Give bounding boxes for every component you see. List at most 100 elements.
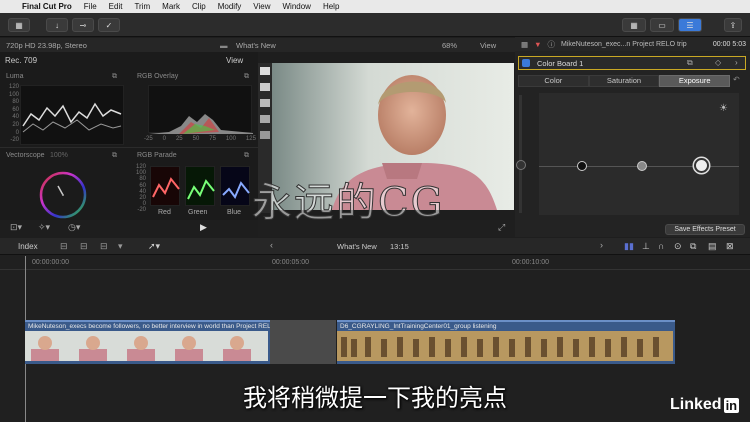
history-back-icon[interactable]: ‹ — [270, 240, 273, 250]
view-dropdown[interactable]: View — [480, 41, 496, 50]
timeline-project-name: What's New — [337, 242, 377, 251]
scopes-view-dropdown[interactable]: View — [226, 56, 243, 65]
parade-tick: -20 — [137, 207, 146, 214]
timeline-ruler[interactable]: 00:00:00:00 00:00:05:00 00:00:10:00 — [0, 256, 750, 270]
clip-thumbnails — [25, 331, 268, 361]
shadows-puck[interactable] — [577, 161, 587, 171]
swatch-white[interactable] — [260, 67, 270, 75]
parade-axis: 120 100 80 60 40 20 0 -20 — [132, 164, 146, 214]
scope-settings-icon[interactable]: ⧉ — [112, 152, 117, 160]
import-button[interactable]: ↓ — [46, 18, 68, 32]
mask-icon[interactable]: ⧉ — [687, 58, 693, 68]
timeline-toggle-button[interactable]: ▭ — [650, 18, 674, 32]
clip-appearance-icon[interactable]: ▤ — [708, 241, 717, 252]
clip-label: D6_CGRAYLING_IntTrainingCenter01_group l… — [340, 323, 497, 330]
scope-settings-icon[interactable]: ⧉ — [244, 73, 249, 81]
film-icon: ▬ — [220, 40, 228, 50]
parade-blue — [220, 166, 250, 206]
inspector-timecode: 00:00 5:03 — [712, 40, 746, 48]
inspector-clip-name: MikeNuteson_exec...n Project RELO trip — [561, 40, 687, 48]
edit-menu-icon[interactable]: ▾ — [118, 241, 123, 252]
append-clip-icon[interactable]: ⊟ — [60, 241, 68, 252]
luma-tick: 60 — [12, 106, 19, 113]
swatch-mid[interactable] — [260, 99, 270, 107]
swatch-dark[interactable] — [260, 131, 270, 139]
tab-exposure[interactable]: Exposure — [659, 75, 731, 87]
scope-settings-icon[interactable]: ⧉ — [244, 152, 249, 160]
overlay-tick: 100 — [225, 136, 236, 142]
keyword-button[interactable]: ⊸ — [72, 18, 94, 32]
library-button[interactable]: ▦ — [8, 18, 30, 32]
clip-label: MikeNuteson_execs become followers, no b… — [28, 323, 270, 330]
effect-row: Color Board 1 ⧉ ◇ › — [518, 56, 746, 70]
watermark-text: 永远的CG — [252, 180, 445, 227]
history-forward-icon[interactable]: › — [600, 240, 603, 250]
effects-browser-icon[interactable]: ⊠ — [726, 241, 734, 252]
video-inspector-icon[interactable]: ▦ — [521, 40, 528, 49]
luma-waveform — [20, 85, 124, 145]
inspector-header: ▦ ▼ ⓘ MikeNuteson_exec...n Project RELO … — [515, 37, 750, 51]
effect-checkbox[interactable] — [522, 59, 530, 67]
highlights-puck[interactable] — [694, 158, 709, 173]
timeline-clip-group[interactable]: D6_CGRAYLING_IntTrainingCenter01_group l… — [337, 320, 675, 364]
disclosure-icon[interactable]: › — [735, 58, 738, 67]
global-puck[interactable] — [516, 160, 526, 170]
scope-settings-icon[interactable]: ⧉ — [112, 73, 117, 81]
parade-label-green: Green — [188, 209, 208, 216]
fullscreen-icon[interactable]: ⤢ — [498, 222, 505, 233]
menu-view[interactable]: View — [253, 2, 270, 11]
timeline-clip-interview[interactable]: MikeNuteson_execs become followers, no b… — [25, 320, 270, 364]
save-effects-preset-button[interactable]: Save Effects Preset — [665, 224, 745, 235]
menu-edit[interactable]: Edit — [109, 2, 123, 11]
swatch-light[interactable] — [260, 83, 270, 91]
effect-dropdown[interactable]: Color Board 1 — [537, 59, 583, 68]
reset-icon[interactable]: ↶ — [733, 75, 740, 84]
headphones-icon[interactable]: ∩ — [658, 241, 664, 251]
sun-icon: ☀ — [719, 103, 728, 114]
menu-clip[interactable]: Clip — [192, 2, 206, 11]
zoom-dropdown[interactable]: 68% — [442, 41, 457, 50]
scope-divider — [0, 147, 258, 148]
snapping-icon[interactable]: ⧉ — [690, 241, 696, 252]
tab-color[interactable]: Color — [518, 75, 589, 87]
menu-help[interactable]: Help — [323, 2, 339, 11]
subtitle-caption: 我将稍微提一下我的亮点 — [243, 384, 507, 412]
inspector-toggle-button[interactable]: ☰ — [678, 18, 702, 32]
skimming-icon[interactable]: ⊥ — [642, 241, 650, 252]
insert-clip-icon[interactable]: ⊟ — [80, 241, 88, 252]
luma-trace — [22, 102, 122, 133]
menu-mark[interactable]: Mark — [162, 2, 180, 11]
retime-icon[interactable]: ◷▾ — [68, 222, 80, 233]
luma-tick: 20 — [12, 121, 19, 128]
overlay-axis: -25 0 25 50 75 100 125 — [144, 136, 256, 142]
overwrite-clip-icon[interactable]: ⊟ — [100, 241, 108, 252]
menu-trim[interactable]: Trim — [134, 2, 150, 11]
timeline-duration: 13:15 — [390, 242, 409, 251]
gap-clip[interactable] — [270, 320, 336, 364]
tab-saturation[interactable]: Saturation — [588, 75, 660, 87]
keyframe-icon[interactable]: ◇ — [715, 58, 721, 67]
toolbar: ▦ ↓ ⊸ ✓ ▦ ▭ ☰ ⇪ — [0, 13, 750, 37]
play-button[interactable]: ▶ — [200, 222, 207, 233]
background-tasks-button[interactable]: ✓ — [98, 18, 120, 32]
swatch-gray[interactable] — [260, 115, 270, 123]
audio-skimming-icon[interactable]: ▮▮ — [624, 241, 634, 252]
info-inspector-icon[interactable]: ⓘ — [548, 39, 556, 50]
solo-icon[interactable]: ⊙ — [674, 241, 682, 252]
color-inspector-icon[interactable]: ▼ — [534, 40, 541, 49]
parade-label-blue: Blue — [227, 209, 242, 216]
menu-file[interactable]: File — [84, 2, 97, 11]
menu-modify[interactable]: Modify — [218, 2, 242, 11]
menu-bar: Final Cut Pro File Edit Trim Mark Clip M… — [0, 0, 750, 13]
select-tool-icon[interactable]: ➚▾ — [148, 241, 160, 252]
menu-window[interactable]: Window — [283, 2, 311, 11]
transform-icon[interactable]: ⊡▾ — [10, 222, 22, 233]
index-button[interactable]: Index — [18, 242, 38, 251]
luma-tick: 100 — [8, 91, 19, 98]
midtones-puck[interactable] — [637, 161, 647, 171]
menu-app-name[interactable]: Final Cut Pro — [22, 2, 72, 11]
brand-text: Linked — [670, 396, 722, 413]
browser-toggle-button[interactable]: ▦ — [622, 18, 646, 32]
enhance-icon[interactable]: ✧▾ — [38, 222, 50, 233]
share-button[interactable]: ⇪ — [724, 18, 742, 32]
